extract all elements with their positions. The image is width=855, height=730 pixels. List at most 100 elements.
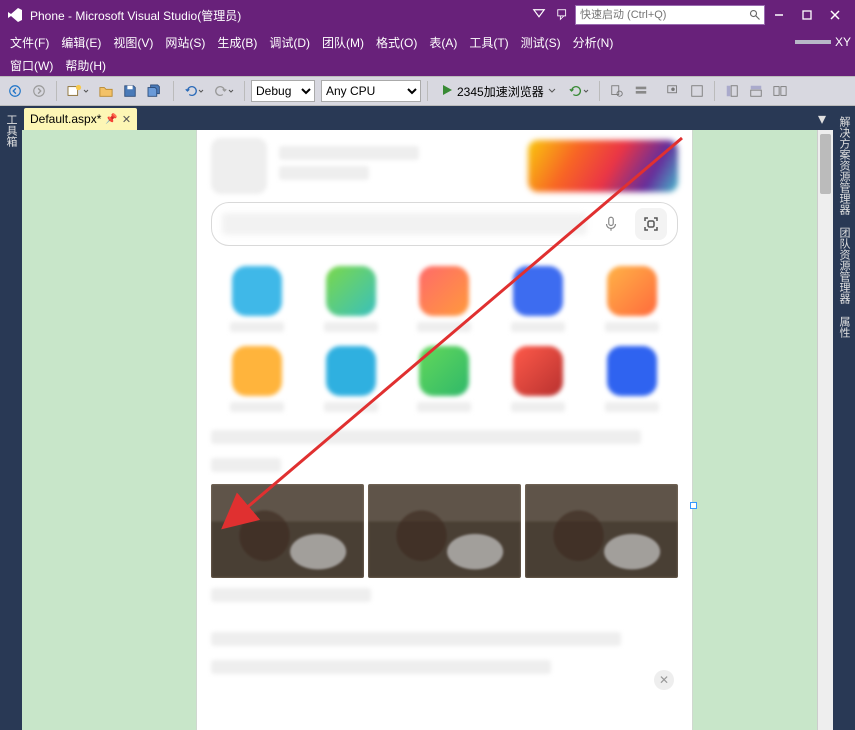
blurred-label [511,322,565,332]
menu-bar-row2: 窗口(W) 帮助(H) [0,54,855,76]
app-tile[interactable] [403,266,487,332]
close-tab-icon[interactable]: ✕ [122,113,131,126]
nav-forward-button[interactable] [28,80,50,102]
separator [56,81,57,101]
properties-tab[interactable]: 属性 [834,310,854,344]
app-tile[interactable] [309,266,393,332]
start-debug-button[interactable]: 2345加速浏览器 [434,80,563,102]
platform-dropdown[interactable]: Any CPU [321,80,421,102]
save-all-button[interactable] [143,80,167,102]
toolbar-btn-b[interactable] [662,80,684,102]
menu-bar: 文件(F) 编辑(E) 视图(V) 网站(S) 生成(B) 调试(D) 团队(M… [0,30,855,54]
find-in-files-button[interactable] [606,80,628,102]
maximize-button[interactable] [793,1,821,29]
separator [599,81,600,101]
separator [427,81,428,101]
nav-back-button[interactable] [4,80,26,102]
separator [714,81,715,101]
avatar [211,138,267,194]
config-dropdown[interactable]: Debug [251,80,315,102]
app-tile[interactable] [590,266,674,332]
pin-icon[interactable]: 📌 [105,114,117,125]
new-project-button[interactable] [63,80,93,102]
app-tile[interactable] [403,346,487,412]
menu-test[interactable]: 测试(S) [515,32,567,53]
designer-surface[interactable]: ✕ [22,130,833,730]
account-badge[interactable]: XY [835,35,851,49]
standard-toolbar: Debug Any CPU 2345加速浏览器 [0,76,855,106]
thumbnail-image[interactable] [211,484,364,578]
save-button[interactable] [119,80,141,102]
window-title: Phone - Microsoft Visual Studio(管理员) [30,7,241,24]
undo-button[interactable] [180,80,208,102]
close-button[interactable] [821,1,849,29]
scan-icon[interactable] [635,208,667,240]
menu-team[interactable]: 团队(M) [316,32,370,53]
toolbar-btn-f[interactable] [769,80,791,102]
separator [244,81,245,101]
app-tile[interactable] [590,346,674,412]
team-explorer-tab[interactable]: 团队资源管理器 [834,221,854,310]
menu-tools[interactable]: 工具(T) [463,32,514,53]
menu-website[interactable]: 网站(S) [159,32,211,53]
menu-format[interactable]: 格式(O) [370,32,423,53]
menu-build[interactable]: 生成(B) [211,32,263,53]
redo-button[interactable] [210,80,238,102]
thumbnail-row [197,476,692,584]
toolbar-btn-a[interactable] [630,80,652,102]
mic-icon[interactable] [597,210,625,238]
phone-preview: ✕ [197,130,692,730]
blurred-label [230,322,284,332]
menu-edit[interactable]: 编辑(E) [55,32,107,53]
blurred-text [211,430,641,444]
blurred-label [605,402,659,412]
tab-overflow-button[interactable]: ▾ [811,108,833,130]
menu-window[interactable]: 窗口(W) [4,55,59,76]
blurred-text [211,632,621,646]
blurred-text [279,146,419,160]
notifications-icon[interactable] [527,3,551,27]
menu-help[interactable]: 帮助(H) [59,55,112,76]
selection-handle[interactable] [690,502,697,509]
tab-label: Default.aspx* [30,112,101,126]
menu-view[interactable]: 视图(V) [107,32,159,53]
quick-launch-input[interactable] [575,5,765,25]
browser-refresh-button[interactable] [565,80,593,102]
header-info [279,146,516,186]
app-tile[interactable] [309,346,393,412]
phone-search-bar[interactable] [211,202,678,246]
app-tile[interactable] [215,346,299,412]
dismiss-card-icon[interactable]: ✕ [654,670,674,690]
feedback-icon[interactable] [551,3,575,27]
open-file-button[interactable] [95,80,117,102]
promo-badge [528,140,678,192]
thumbnail-image[interactable] [368,484,521,578]
thumbnail-image[interactable] [525,484,678,578]
vs-logo-icon [6,6,24,24]
blurred-label [417,402,471,412]
toolbar-btn-e[interactable] [745,80,767,102]
minimize-button[interactable] [765,1,793,29]
blurred-label [230,402,284,412]
blurred-label [605,322,659,332]
app-tile[interactable] [496,346,580,412]
menu-table[interactable]: 表(A) [423,32,463,53]
scrollbar-thumb[interactable] [820,134,831,194]
blurred-text [211,458,281,472]
solution-explorer-tab[interactable]: 解决方案资源管理器 [834,110,854,221]
toolbar-btn-d[interactable] [721,80,743,102]
vertical-scrollbar[interactable] [817,130,833,730]
toolbar-btn-c[interactable] [686,80,708,102]
menu-debug[interactable]: 调试(D) [263,32,316,53]
app-tile[interactable] [496,266,580,332]
menu-analyze[interactable]: 分析(N) [567,32,620,53]
menu-file[interactable]: 文件(F) [4,32,55,53]
toolbox-tab[interactable]: 工具箱 [1,110,21,151]
dock-area: 工具箱 Default.aspx* 📌 ✕ ▾ [0,106,855,730]
blurred-label [417,322,471,332]
document-well: Default.aspx* 📌 ✕ ▾ [22,106,833,730]
blurred-text [211,588,371,602]
document-tab-default[interactable]: Default.aspx* 📌 ✕ [24,108,137,130]
app-tile[interactable] [215,266,299,332]
run-target-label: 2345加速浏览器 [457,83,544,100]
